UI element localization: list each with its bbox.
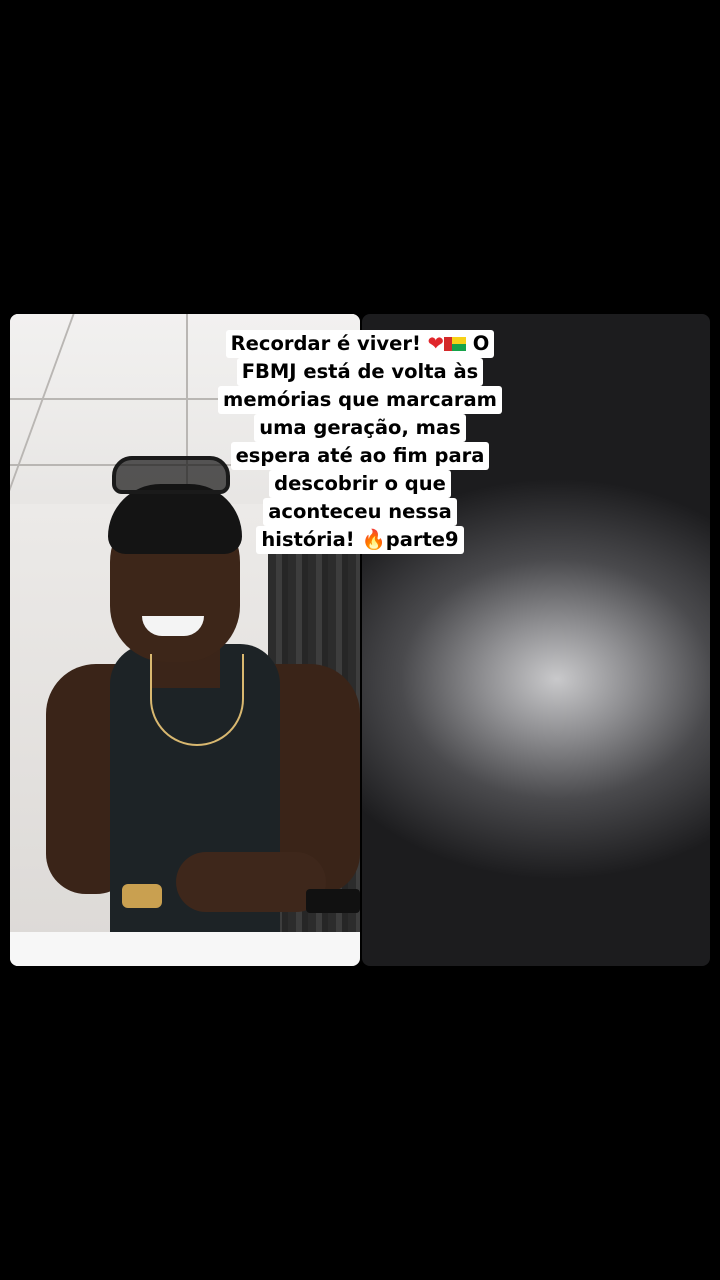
fire-icon: 🔥 bbox=[361, 528, 386, 551]
caption-line: descobrir o que bbox=[269, 470, 451, 498]
heart-icon: ❤ bbox=[427, 332, 444, 355]
caption-line: espera até ao fim para bbox=[230, 442, 490, 470]
caption-line: aconteceu nessa bbox=[263, 498, 457, 526]
caption-line: Recordar é viver! ❤ O bbox=[225, 330, 495, 358]
caption-overlay: Recordar é viver! ❤ O FBMJ está de volta… bbox=[150, 330, 570, 554]
hands bbox=[176, 852, 326, 912]
phone bbox=[306, 889, 360, 913]
desk bbox=[10, 932, 360, 966]
caption-line: memórias que marcaram bbox=[218, 386, 502, 414]
necklace bbox=[150, 654, 244, 746]
caption-line: FBMJ está de volta às bbox=[236, 358, 484, 386]
caption-line: uma geração, mas bbox=[254, 414, 466, 442]
guinea-bissau-flag-icon bbox=[443, 337, 466, 351]
watch bbox=[122, 884, 162, 908]
ceiling-grid-line bbox=[10, 314, 75, 504]
caption-line: história! 🔥parte9 bbox=[256, 526, 464, 554]
video-stage[interactable]: Recordar é viver! ❤ O FBMJ está de volta… bbox=[0, 0, 720, 1280]
